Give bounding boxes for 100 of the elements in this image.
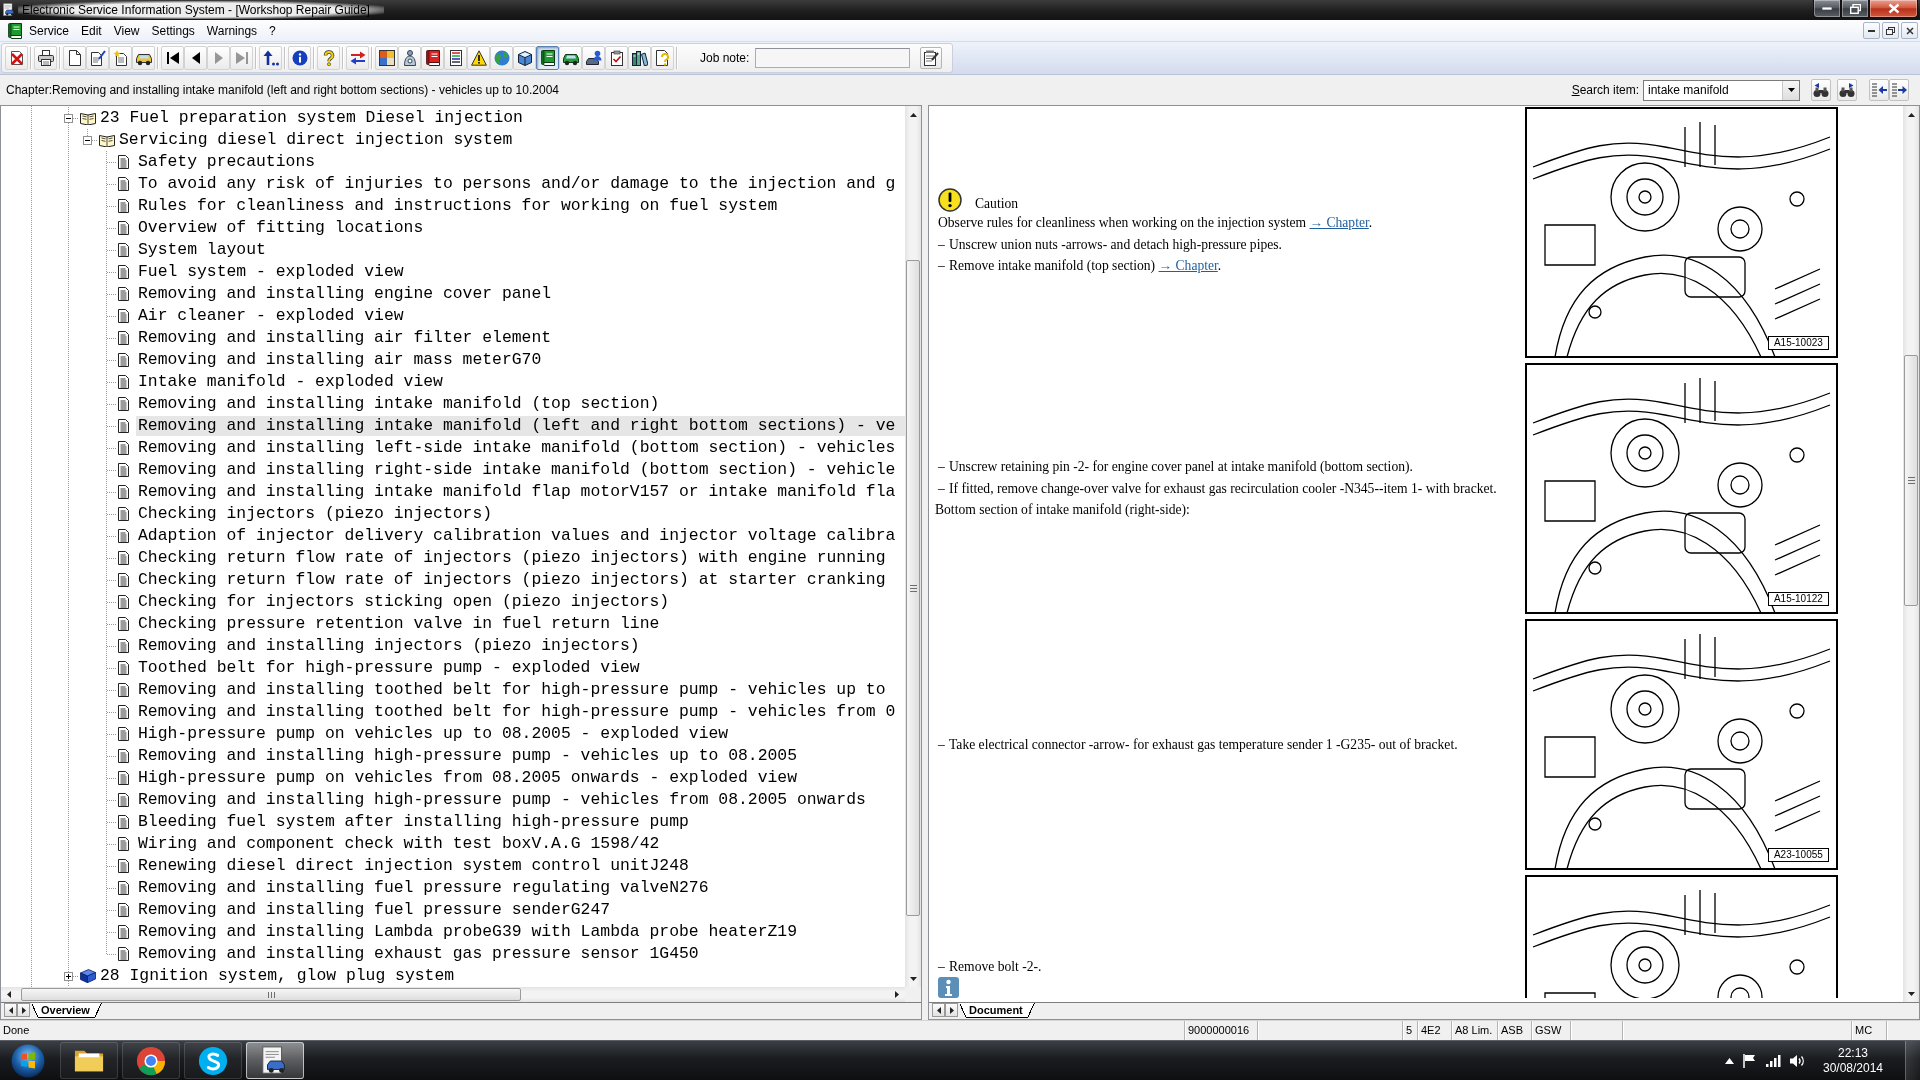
page-car-icon[interactable] [2,3,16,17]
page-icon [118,441,129,455]
tree-item[interactable]: Removing and installing right-side intake manifold (bottom section) - vehicle [136,460,898,480]
tree-chapter[interactable]: 23 Fuel preparation system Diesel injection [98,108,525,128]
find-next-button[interactable] [1837,79,1857,101]
books-icon [631,50,648,66]
job-note-button[interactable] [920,47,943,69]
page-icon [118,177,129,191]
chapter-link[interactable]: → Chapter [1158,258,1218,274]
collapse-icon[interactable] [83,135,92,145]
tree-item[interactable]: Renewing diesel direct injection system control unitJ248 [136,856,691,876]
vertical-scrollbar[interactable] [1903,106,1919,1002]
scrollbar-thumb[interactable] [906,260,920,916]
tree-item[interactable]: Removing and installing fuel pressure regulating valveN276 [136,878,711,898]
tree-item[interactable]: Removing and installing air filter element [136,328,554,348]
tab-scroll-right-button[interactable] [17,1003,30,1017]
tree-item[interactable]: Fuel system - exploded view [136,262,406,282]
flag-icon[interactable] [1743,1053,1757,1068]
dropdown-button[interactable] [1782,80,1799,100]
speaker-icon[interactable] [1790,1053,1805,1068]
job-note-field[interactable] [755,48,911,68]
restore-button[interactable] [1841,0,1869,18]
tab-scroll-left-button[interactable] [932,1003,945,1017]
caret-up-icon[interactable] [1725,1057,1734,1064]
job-note-label: Job note: [700,51,750,65]
tab-scroll-left-button[interactable] [4,1003,17,1017]
collapse-icon[interactable] [64,113,73,123]
tree-item[interactable]: Toothed belt for high-pressure pump - exploded view [136,658,642,678]
previous-hit-button[interactable] [1869,79,1889,101]
tree-item[interactable]: Removing and installing high-pressure pump - vehicles from 08.2005 onwards [136,790,868,810]
next-hit-button[interactable] [1889,79,1909,101]
taskbar-button[interactable] [246,1042,304,1079]
tree-item[interactable]: Removing and installing high-pressure pump - vehicles up to 08.2005 [136,746,799,766]
menu-item[interactable]: ? [263,21,282,40]
taskbar-button[interactable] [60,1042,118,1079]
tree-item[interactable]: Safety precautions [136,152,318,172]
child-close-button[interactable] [1901,22,1918,39]
tree-item[interactable]: Rules for cleanliness and instructions for working on fuel system [136,196,780,216]
menu-item[interactable]: Edit [75,21,108,40]
tree-item[interactable]: Checking injectors (piezo injectors) [136,504,495,524]
tree-item[interactable]: Overview of fitting locations [136,218,426,238]
scrollbar-thumb[interactable] [1904,355,1918,606]
tree-item[interactable]: Checking return flow rate of injectors (piezo injectors) at starter cranking [136,570,888,590]
tree-item[interactable]: Removing and installing left-side intake manifold (bottom section) - vehicles [136,438,898,458]
expand-icon[interactable] [64,971,73,981]
tree-item[interactable]: Removing and installing exhaust gas pressure sensor 1G450 [136,944,701,964]
horizontal-scrollbar[interactable] [1,987,905,1002]
menu-item[interactable]: Warnings [200,21,264,40]
tree-item[interactable]: To avoid any risk of injuries to persons and/or damage to the injection and g [136,174,898,194]
taskbar-button[interactable] [184,1042,242,1079]
tree-item[interactable]: Air cleaner - exploded view [136,306,406,326]
tab-scroll-right-button[interactable] [945,1003,958,1017]
search-combo[interactable]: intake manifold [1643,79,1800,101]
tree-item[interactable]: Intake manifold - exploded view [136,372,445,392]
tree-item[interactable]: Removing and installing injectors (piezo injectors) [136,636,642,656]
menu-item[interactable]: Settings [145,21,201,40]
tree-item[interactable]: Removing and installing air mass meterG70 [136,350,544,370]
vertical-scrollbar[interactable] [905,106,921,987]
tree-item[interactable]: Removing and installing engine cover panel [136,284,554,304]
figure-code: A23-10055 [1767,848,1829,862]
tree-item[interactable]: Removing and installing Lambda probeG39 with Lambda probe heaterZ19 [136,922,799,942]
search-label: Search item: [1571,83,1639,97]
tree-item[interactable]: Removing and installing fuel pressure senderG247 [136,900,613,920]
book-icon[interactable] [7,22,23,39]
tree-item[interactable]: System layout [136,240,268,260]
page-icon [118,859,129,873]
book-icon [539,50,556,66]
toolbar-button[interactable] [536,46,559,70]
sheet-tab[interactable]: Overview [32,1003,102,1018]
tree-item[interactable]: Removing and installing toothed belt for high-pressure pump - vehicles from 0 [136,702,898,722]
tree-item[interactable]: Checking pressure retention valve in fuel return line [136,614,662,634]
tree-item[interactable]: Removing and installing toothed belt for high-pressure pump - vehicles up to [136,680,888,700]
tree-item[interactable]: Checking return flow rate of injectors (piezo injectors) with engine running [136,548,888,568]
tree-item[interactable]: Adaption of injector delivery calibration values and injector voltage calibra [136,526,898,546]
child-minimize-button[interactable] [1863,22,1880,39]
tree-chapter[interactable]: 28 Ignition system, glow plug system [98,966,457,986]
find-previous-button[interactable] [1811,79,1831,101]
close-button[interactable] [1869,0,1918,18]
chapter-link[interactable]: → Chapter [1309,215,1369,231]
sheet-tab[interactable]: Document [960,1003,1035,1018]
tree-item[interactable]: Bleeding fuel system after installing high-pressure pump [136,812,691,832]
minimize-button[interactable] [1813,0,1841,18]
page-question-icon [654,50,671,66]
tree-item[interactable]: High-pressure pump on vehicles from 08.2005 onwards - exploded view [136,768,799,788]
child-restore-button[interactable] [1882,22,1899,39]
tree-item[interactable]: Wiring and component check with test boxV.A.G 1598/42 [136,834,662,854]
cross-page-icon [8,50,25,66]
taskbar-button[interactable] [122,1042,180,1079]
scrollbar-thumb[interactable] [21,988,521,1001]
tree-item[interactable]: Removing and installing intake manifold (left and right bottom sections) - ve [136,416,905,436]
tree-item[interactable]: High-pressure pump on vehicles up to 08.2005 - exploded view [136,724,731,744]
tree-chapter[interactable]: Servicing diesel direct injection system [117,130,515,150]
tile-grid-icon [378,50,395,66]
menu-item[interactable]: Service [23,21,75,40]
tree-item[interactable]: Removing and installing intake manifold (top section) [136,394,662,414]
show-desktop-button[interactable] [1905,1041,1920,1080]
signal-bars-icon[interactable] [1766,1054,1781,1067]
tree-item[interactable]: Removing and installing intake manifold flap motorV157 or intake manifold fla [136,482,898,502]
menu-item[interactable]: View [107,21,146,40]
tree-item[interactable]: Checking for injectors sticking open (piezo injectors) [136,592,672,612]
